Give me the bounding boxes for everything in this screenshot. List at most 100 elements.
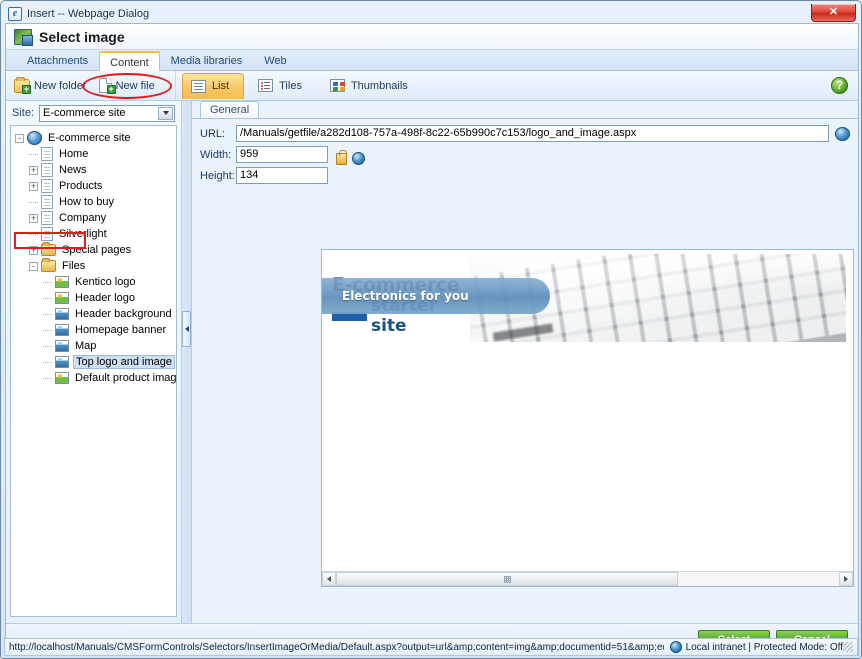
pane-splitter[interactable] (182, 101, 192, 623)
tree-node[interactable]: Kentico logo (11, 274, 176, 290)
new-file-button[interactable]: + New file (98, 78, 155, 94)
height-input[interactable]: 134 (236, 167, 328, 184)
view-mode-thumbnails[interactable]: Thumbnails (322, 73, 422, 99)
tree-connector (43, 345, 52, 347)
tab-general[interactable]: General (200, 101, 260, 118)
page-icon (41, 147, 53, 161)
thumbnails-icon (329, 79, 345, 92)
url-refresh-icon[interactable] (835, 126, 850, 141)
new-folder-button[interactable]: + New folder (14, 76, 87, 94)
tree-node[interactable]: Default product image (11, 370, 176, 386)
tab-attachments[interactable]: Attachments (16, 50, 99, 70)
tree-node[interactable]: + Products (11, 178, 176, 194)
tree-node[interactable]: Header logo (11, 290, 176, 306)
tree-node-label: News (59, 164, 87, 176)
tree-node[interactable]: - Files (11, 258, 176, 274)
folder-icon (41, 258, 56, 272)
preview-slogan: Electronics for you (322, 278, 550, 314)
tree-node-label: Files (62, 260, 86, 272)
view-mode-thumbnails-label: Thumbnails (350, 79, 408, 92)
tree-connector (43, 361, 52, 363)
tree-node[interactable]: How to buy (11, 194, 176, 210)
image-preview-panel: E-commerce starter site Electronics for … (321, 249, 854, 587)
width-label: Width: (200, 148, 232, 161)
tree-node[interactable]: + Special pages (11, 242, 176, 258)
tab-web[interactable]: Web (253, 50, 297, 70)
tree-node[interactable]: Silverlight (11, 226, 176, 242)
new-folder-label: New folder (34, 79, 87, 92)
tree-connector (43, 281, 52, 283)
tab-content[interactable]: Content (99, 51, 160, 71)
window-title: Insert -- Webpage Dialog (27, 7, 150, 20)
collapse-icon[interactable]: - (29, 261, 38, 271)
folder-icon (41, 242, 56, 256)
reset-size-icon[interactable] (352, 152, 365, 165)
help-icon[interactable]: ? (831, 77, 848, 94)
tree-connector (43, 297, 52, 299)
resize-grip-icon[interactable] (843, 642, 853, 652)
tree-connector (29, 153, 38, 155)
scroll-right-icon[interactable] (839, 572, 853, 586)
page-icon (41, 211, 53, 225)
tab-media-libraries[interactable]: Media libraries (160, 50, 254, 70)
tree-node[interactable]: Top logo and image (11, 354, 176, 370)
view-mode-list[interactable]: List (182, 72, 245, 99)
view-mode-tiles[interactable]: Tiles (250, 73, 316, 99)
splitter-handle[interactable] (182, 311, 191, 347)
url-label: URL: (200, 127, 226, 140)
body-split: Site: E-commerce site - E-commerce site Ho… (6, 101, 858, 623)
page-icon (41, 227, 53, 241)
expand-icon[interactable]: + (29, 213, 38, 223)
sidebar: Site: E-commerce site - E-commerce site Ho… (6, 101, 182, 623)
view-mode-group: List Tiles Thumbnails (176, 71, 858, 100)
tree-node[interactable]: Homepage banner (11, 322, 176, 338)
image-green-icon (55, 276, 69, 288)
content-tree[interactable]: - E-commerce site Home + News + Products How to… (10, 125, 177, 617)
url-input[interactable]: /Manuals/getfile/a282d108-757a-498f-8c22… (236, 125, 829, 142)
width-row: Width: 959 (200, 146, 328, 163)
tree-node-label: Products (59, 180, 103, 192)
image-blue-icon (55, 324, 69, 336)
close-icon[interactable]: ✕ (811, 4, 856, 22)
tiles-icon (258, 79, 274, 92)
height-row: Height: 134 (200, 167, 328, 184)
toolbar: + New folder + New file List Tiles Thumb… (6, 71, 858, 101)
tree-node[interactable]: + News (11, 162, 176, 178)
tree-connector (43, 313, 52, 315)
select-image-icon (14, 28, 33, 46)
site-select[interactable]: E-commerce site (39, 104, 175, 122)
tree-connector (29, 233, 38, 235)
expand-icon[interactable]: + (29, 181, 38, 191)
scroll-thumb[interactable] (336, 572, 679, 586)
tree-connector (29, 201, 38, 203)
status-zone: Local intranet | Protected Mode: Off (669, 641, 843, 653)
tree-connector (43, 377, 52, 379)
scroll-track[interactable] (336, 572, 839, 586)
tree-node[interactable]: - E-commerce site (11, 130, 176, 146)
collapse-icon[interactable]: - (15, 133, 24, 143)
tree-node[interactable]: Home (11, 146, 176, 162)
lock-icon[interactable] (336, 149, 347, 165)
tree-node-label: E-commerce site (48, 132, 131, 144)
url-row: URL: /Manuals/getfile/a282d108-757a-498f… (200, 125, 850, 142)
width-input[interactable]: 959 (236, 146, 328, 163)
tree-node-label: Home (59, 148, 89, 160)
tree-node[interactable]: Map (11, 338, 176, 354)
image-blue-icon (55, 356, 69, 368)
tree-node[interactable]: Header background (11, 306, 176, 322)
status-url: http://localhost/Manuals/CMSFormControls… (9, 641, 664, 653)
tree-node-label: How to buy (59, 196, 115, 208)
file-add-icon: + (98, 78, 116, 94)
site-selector-row: Site: E-commerce site (6, 101, 181, 125)
folder-add-icon: + (14, 76, 31, 94)
tree-node-label: Default product image (75, 372, 177, 384)
chevron-down-icon[interactable] (158, 106, 173, 120)
tree-node[interactable]: + Company (11, 210, 176, 226)
height-label: Height: (200, 169, 235, 182)
image-blue-icon (55, 308, 69, 320)
scroll-left-icon[interactable] (322, 572, 336, 586)
expand-icon[interactable]: + (29, 165, 38, 175)
preview-horizontal-scrollbar[interactable] (322, 571, 853, 586)
internet-explorer-icon: e (8, 6, 22, 21)
expand-icon[interactable]: + (29, 245, 38, 255)
